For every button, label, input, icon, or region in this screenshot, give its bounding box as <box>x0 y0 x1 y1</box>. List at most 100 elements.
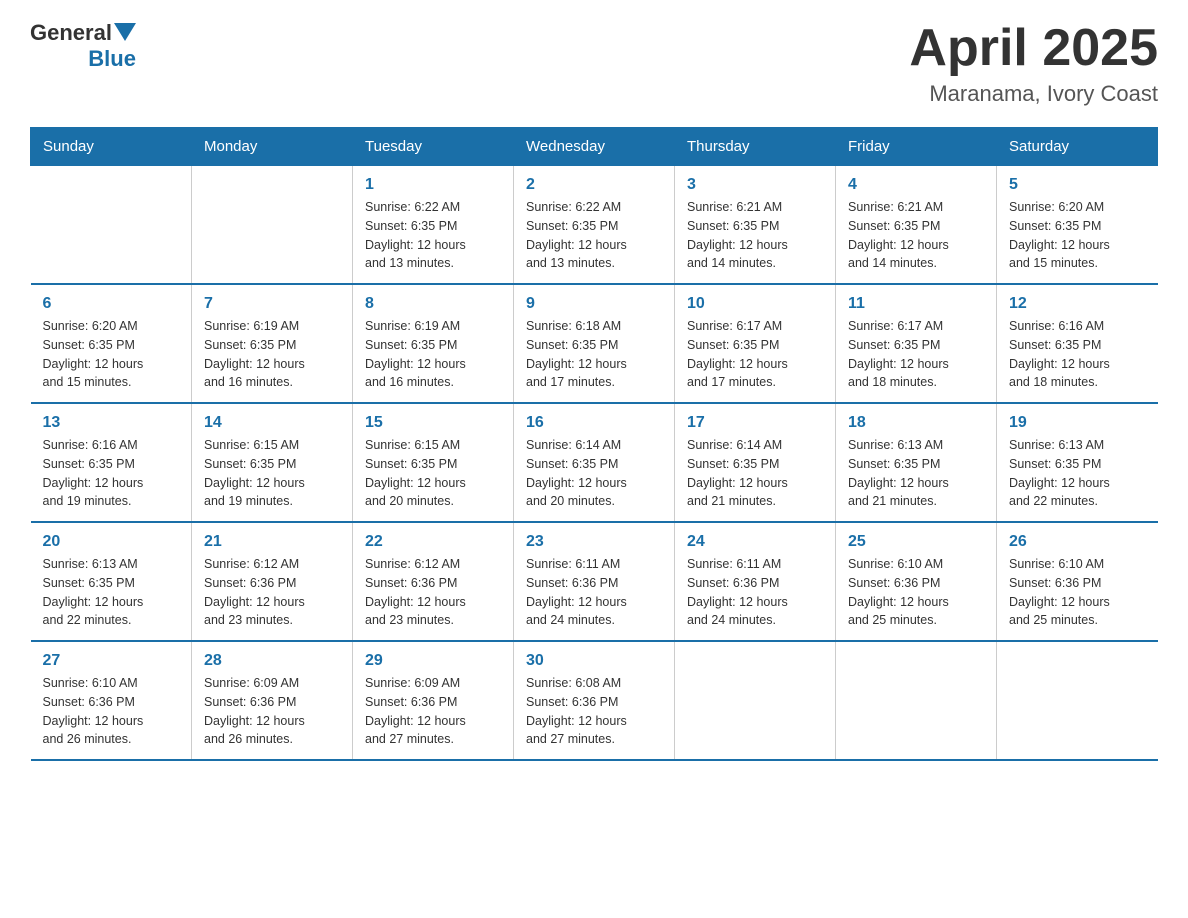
calendar-cell: 26 Sunrise: 6:10 AM Sunset: 6:36 PM Dayli… <box>997 522 1158 641</box>
calendar-header-row: SundayMondayTuesdayWednesdayThursdayFrid… <box>31 128 1158 166</box>
weekday-header-saturday: Saturday <box>997 128 1158 166</box>
location-title: Maranama, Ivory Coast <box>909 81 1158 107</box>
calendar-cell: 8 Sunrise: 6:19 AM Sunset: 6:35 PM Daylig… <box>353 284 514 403</box>
day-info: Sunrise: 6:15 AM Sunset: 6:35 PM Dayligh… <box>204 436 340 511</box>
calendar-cell: 28Sunrise: 6:09 AM Sunset: 6:36 PM Dayli… <box>192 641 353 760</box>
day-number: 22 <box>365 533 501 551</box>
day-number: 30 <box>526 652 662 670</box>
day-info: Sunrise: 6:13 AM Sunset: 6:35 PM Dayligh… <box>43 555 180 630</box>
day-info: Sunrise: 6:11 AM Sunset: 6:36 PM Dayligh… <box>687 555 823 630</box>
day-info: Sunrise: 6:18 AM Sunset: 6:35 PM Dayligh… <box>526 317 662 392</box>
calendar-cell: 27Sunrise: 6:10 AM Sunset: 6:36 PM Dayli… <box>31 641 192 760</box>
day-number: 29 <box>365 652 501 670</box>
day-info: Sunrise: 6:21 AM Sunset: 6:35 PM Dayligh… <box>848 198 984 273</box>
day-number: 21 <box>204 533 340 551</box>
day-number: 14 <box>204 414 340 432</box>
calendar-cell: 7Sunrise: 6:19 AM Sunset: 6:35 PM Daylig… <box>192 284 353 403</box>
day-info: Sunrise: 6:10 AM Sunset: 6:36 PM Dayligh… <box>848 555 984 630</box>
day-info: Sunrise: 6:09 AM Sunset: 6:36 PM Dayligh… <box>204 674 340 749</box>
day-number: 9 <box>526 295 662 313</box>
calendar-cell: 22 Sunrise: 6:12 AM Sunset: 6:36 PM Dayli… <box>353 522 514 641</box>
weekday-header-friday: Friday <box>836 128 997 166</box>
logo-text-general: General <box>30 20 112 46</box>
day-info: Sunrise: 6:14 AM Sunset: 6:35 PM Dayligh… <box>526 436 662 511</box>
day-number: 13 <box>43 414 180 432</box>
day-info: Sunrise: 6:16 AM Sunset: 6:35 PM Dayligh… <box>43 436 180 511</box>
calendar-cell <box>997 641 1158 760</box>
day-info: Sunrise: 6:20 AM Sunset: 6:35 PM Dayligh… <box>1009 198 1146 273</box>
calendar-cell <box>192 166 353 285</box>
calendar-cell: 14 Sunrise: 6:15 AM Sunset: 6:35 PM Dayli… <box>192 403 353 522</box>
day-number: 23 <box>526 533 662 551</box>
day-info: Sunrise: 6:08 AM Sunset: 6:36 PM Dayligh… <box>526 674 662 749</box>
calendar-cell: 11Sunrise: 6:17 AM Sunset: 6:35 PM Dayli… <box>836 284 997 403</box>
day-number: 6 <box>43 295 180 313</box>
month-title: April 2025 <box>909 20 1158 77</box>
weekday-header-monday: Monday <box>192 128 353 166</box>
calendar-cell: 29 Sunrise: 6:09 AM Sunset: 6:36 PM Dayli… <box>353 641 514 760</box>
day-number: 1 <box>365 176 501 194</box>
day-info: Sunrise: 6:19 AM Sunset: 6:35 PM Dayligh… <box>204 317 340 392</box>
day-info: Sunrise: 6:12 AM Sunset: 6:36 PM Dayligh… <box>365 555 501 630</box>
day-number: 18 <box>848 414 984 432</box>
calendar-cell: 17 Sunrise: 6:14 AM Sunset: 6:35 PM Dayli… <box>675 403 836 522</box>
calendar-cell: 4 Sunrise: 6:21 AM Sunset: 6:35 PM Daylig… <box>836 166 997 285</box>
logo-text-blue: Blue <box>88 46 136 72</box>
day-info: Sunrise: 6:19 AM Sunset: 6:35 PM Dayligh… <box>365 317 501 392</box>
day-info: Sunrise: 6:12 AM Sunset: 6:36 PM Dayligh… <box>204 555 340 630</box>
day-number: 15 <box>365 414 501 432</box>
day-number: 3 <box>687 176 823 194</box>
day-info: Sunrise: 6:09 AM Sunset: 6:36 PM Dayligh… <box>365 674 501 749</box>
day-number: 10 <box>687 295 823 313</box>
day-info: Sunrise: 6:22 AM Sunset: 6:35 PM Dayligh… <box>526 198 662 273</box>
day-number: 4 <box>848 176 984 194</box>
calendar-cell: 13 Sunrise: 6:16 AM Sunset: 6:35 PM Dayli… <box>31 403 192 522</box>
day-info: Sunrise: 6:13 AM Sunset: 6:35 PM Dayligh… <box>848 436 984 511</box>
day-info: Sunrise: 6:16 AM Sunset: 6:35 PM Dayligh… <box>1009 317 1146 392</box>
calendar-cell: 20 Sunrise: 6:13 AM Sunset: 6:35 PM Dayli… <box>31 522 192 641</box>
day-number: 11 <box>848 295 984 313</box>
calendar-cell: 2 Sunrise: 6:22 AM Sunset: 6:35 PM Daylig… <box>514 166 675 285</box>
day-number: 16 <box>526 414 662 432</box>
calendar-cell <box>836 641 997 760</box>
day-info: Sunrise: 6:14 AM Sunset: 6:35 PM Dayligh… <box>687 436 823 511</box>
day-number: 2 <box>526 176 662 194</box>
calendar-cell: 6 Sunrise: 6:20 AM Sunset: 6:35 PM Daylig… <box>31 284 192 403</box>
calendar-cell: 30 Sunrise: 6:08 AM Sunset: 6:36 PM Dayli… <box>514 641 675 760</box>
logo-triangle-icon <box>114 23 136 45</box>
calendar-cell <box>31 166 192 285</box>
calendar-cell: 21 Sunrise: 6:12 AM Sunset: 6:36 PM Dayli… <box>192 522 353 641</box>
day-info: Sunrise: 6:10 AM Sunset: 6:36 PM Dayligh… <box>1009 555 1146 630</box>
day-number: 25 <box>848 533 984 551</box>
calendar-cell: 24 Sunrise: 6:11 AM Sunset: 6:36 PM Dayli… <box>675 522 836 641</box>
day-number: 17 <box>687 414 823 432</box>
calendar-table: SundayMondayTuesdayWednesdayThursdayFrid… <box>30 127 1158 761</box>
calendar-week-row: 13 Sunrise: 6:16 AM Sunset: 6:35 PM Dayli… <box>31 403 1158 522</box>
weekday-header-thursday: Thursday <box>675 128 836 166</box>
day-number: 20 <box>43 533 180 551</box>
logo: General Blue <box>30 20 136 72</box>
day-number: 5 <box>1009 176 1146 194</box>
calendar-cell: 3 Sunrise: 6:21 AM Sunset: 6:35 PM Daylig… <box>675 166 836 285</box>
day-number: 24 <box>687 533 823 551</box>
weekday-header-sunday: Sunday <box>31 128 192 166</box>
calendar-week-row: 20 Sunrise: 6:13 AM Sunset: 6:35 PM Dayli… <box>31 522 1158 641</box>
day-number: 12 <box>1009 295 1146 313</box>
day-info: Sunrise: 6:20 AM Sunset: 6:35 PM Dayligh… <box>43 317 180 392</box>
day-info: Sunrise: 6:13 AM Sunset: 6:35 PM Dayligh… <box>1009 436 1146 511</box>
day-info: Sunrise: 6:22 AM Sunset: 6:35 PM Dayligh… <box>365 198 501 273</box>
calendar-cell: 9 Sunrise: 6:18 AM Sunset: 6:35 PM Daylig… <box>514 284 675 403</box>
weekday-header-wednesday: Wednesday <box>514 128 675 166</box>
day-number: 26 <box>1009 533 1146 551</box>
day-number: 8 <box>365 295 501 313</box>
day-info: Sunrise: 6:21 AM Sunset: 6:35 PM Dayligh… <box>687 198 823 273</box>
calendar-week-row: 27Sunrise: 6:10 AM Sunset: 6:36 PM Dayli… <box>31 641 1158 760</box>
calendar-cell: 15 Sunrise: 6:15 AM Sunset: 6:35 PM Dayli… <box>353 403 514 522</box>
day-number: 27 <box>43 652 180 670</box>
calendar-week-row: 1 Sunrise: 6:22 AM Sunset: 6:35 PM Daylig… <box>31 166 1158 285</box>
day-info: Sunrise: 6:15 AM Sunset: 6:35 PM Dayligh… <box>365 436 501 511</box>
page-header: General Blue April 2025 Maranama, Ivory … <box>30 20 1158 107</box>
day-number: 19 <box>1009 414 1146 432</box>
calendar-cell: 10Sunrise: 6:17 AM Sunset: 6:35 PM Dayli… <box>675 284 836 403</box>
calendar-week-row: 6 Sunrise: 6:20 AM Sunset: 6:35 PM Daylig… <box>31 284 1158 403</box>
